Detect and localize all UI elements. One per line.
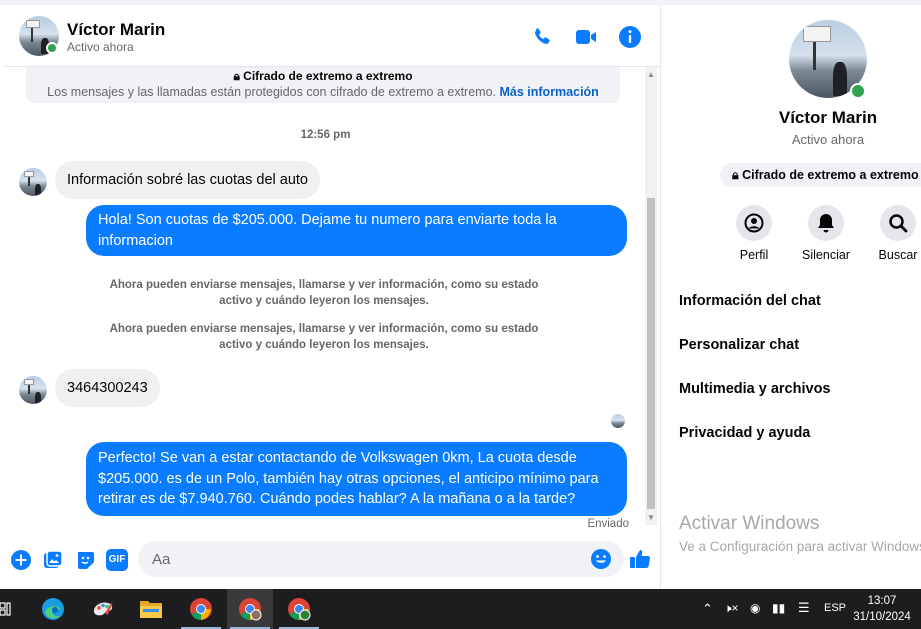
encryption-badge[interactable]: 🔒︎ Cifrado de extremo a extremo	[720, 163, 921, 187]
gif-icon[interactable]: GIF	[106, 549, 128, 571]
scrollbar-thumb[interactable]	[647, 198, 655, 509]
system-tray: ⌃ 🕨︎× ◉ ▮▮ ☰ ESP	[700, 589, 846, 629]
emoji-icon[interactable]	[590, 548, 612, 570]
file-explorer-app[interactable]	[128, 589, 174, 629]
activate-windows-title: Activar Windows	[679, 513, 820, 534]
message-timestamp: 12:56 pm	[300, 129, 351, 141]
chrome-icon	[190, 598, 212, 620]
customize-chat-menu-item[interactable]: Personalizar chat	[679, 337, 799, 353]
chrome-app-1[interactable]	[178, 589, 224, 629]
sticker-icon[interactable]	[74, 549, 96, 571]
camera-icon[interactable]: ◉	[750, 601, 760, 615]
chat-panel: Víctor Marin Activo ahora 🔒︎ Cifrado de …	[4, 5, 661, 589]
search-icon	[889, 214, 908, 233]
message-list[interactable]: 🔒︎ Cifrado de extremo a extremo Los mens…	[4, 67, 647, 531]
chrome-app-2[interactable]	[227, 589, 273, 629]
mute-action[interactable]: Silenciar	[796, 205, 856, 262]
media-files-menu-item[interactable]: Multimedia y archivos	[679, 381, 831, 397]
scroll-up-arrow[interactable]: ▲	[647, 70, 655, 79]
user-circle-icon	[744, 213, 764, 233]
incoming-message[interactable]: Información sobré las cuotas del auto	[55, 161, 320, 199]
chrome-app-3[interactable]	[276, 589, 322, 629]
speaker-muted-icon[interactable]: 🕨︎×	[724, 601, 739, 616]
screen: Víctor Marin Activo ahora 🔒︎ Cifrado de …	[0, 0, 921, 629]
folder-icon	[140, 601, 162, 618]
lock-icon: 🔒︎	[732, 168, 739, 182]
edge-app[interactable]	[30, 589, 76, 629]
outgoing-message[interactable]: Hola! Son cuotas de $205.000. Dejame tu …	[86, 205, 627, 256]
photo-icon[interactable]	[42, 549, 64, 571]
windows-taskbar: ⌃ 🕨︎× ◉ ▮▮ ☰ ESP 13:07 31/10/2024	[0, 589, 921, 629]
more-info-link[interactable]: Más información	[500, 85, 599, 99]
lock-icon: 🔒︎	[233, 69, 240, 83]
message-input-wrapper	[138, 541, 624, 577]
info-icon[interactable]	[618, 25, 642, 49]
taskbar-clock[interactable]: 13:07 31/10/2024	[845, 593, 919, 625]
message-input[interactable]	[152, 541, 582, 577]
contact-status: Activo ahora	[67, 40, 134, 54]
scroll-down-arrow[interactable]: ▼	[647, 513, 655, 522]
sender-avatar	[19, 168, 47, 196]
task-view-icon[interactable]	[0, 601, 12, 617]
wifi-icon[interactable]: ☰	[798, 600, 810, 616]
encryption-title: Cifrado de extremo a extremo	[243, 69, 413, 83]
chat-scrollbar[interactable]: ▲ ▼	[645, 67, 657, 525]
read-receipt-avatar	[611, 414, 625, 428]
language-indicator[interactable]: ESP	[824, 602, 846, 614]
delivery-status: Enviado	[587, 518, 629, 530]
paint-app[interactable]	[80, 589, 126, 629]
edge-icon	[42, 598, 64, 620]
chrome-icon	[288, 598, 311, 621]
online-status-dot	[46, 42, 58, 54]
paint-icon	[94, 602, 113, 616]
thumbs-up-icon[interactable]	[628, 547, 652, 571]
chat-info-menu-item[interactable]: Información del chat	[679, 293, 821, 309]
contact-name[interactable]: Víctor Marin	[67, 20, 165, 40]
activate-windows-subtitle: Ve a Configuración para activar Windows.	[679, 539, 921, 554]
chrome-icon	[239, 598, 262, 621]
online-status-dot	[850, 83, 866, 99]
system-message: Ahora pueden enviarse mensajes, llamarse…	[109, 279, 539, 307]
profile-action[interactable]: Perfil	[724, 205, 784, 262]
phone-call-icon[interactable]	[530, 25, 554, 49]
incoming-message[interactable]: 3464300243	[55, 369, 160, 407]
bell-icon	[818, 214, 834, 233]
encryption-notice: 🔒︎ Cifrado de extremo a extremo Los mens…	[26, 67, 620, 103]
chevron-up-icon[interactable]: ⌃	[702, 601, 713, 617]
chat-header: Víctor Marin Activo ahora	[4, 5, 661, 67]
encryption-text: Los mensajes y las llamadas están proteg…	[47, 85, 497, 99]
profile-name: Víctor Marin	[778, 108, 878, 127]
message-composer: GIF	[4, 535, 661, 585]
video-call-icon[interactable]	[574, 25, 598, 49]
privacy-help-menu-item[interactable]: Privacidad y ayuda	[679, 425, 810, 441]
system-message: Ahora pueden enviarse mensajes, llamarse…	[109, 323, 539, 351]
contact-info-panel: Víctor Marin Activo ahora 🔒︎ Cifrado de …	[663, 5, 921, 589]
sender-avatar	[19, 376, 47, 404]
profile-status: Activo ahora	[791, 132, 865, 147]
search-action[interactable]: Buscar	[868, 205, 921, 262]
battery-icon[interactable]: ▮▮	[772, 601, 785, 615]
outgoing-message[interactable]: Perfecto! Se van a estar contactando de …	[86, 442, 627, 516]
add-more-icon[interactable]	[10, 549, 32, 571]
